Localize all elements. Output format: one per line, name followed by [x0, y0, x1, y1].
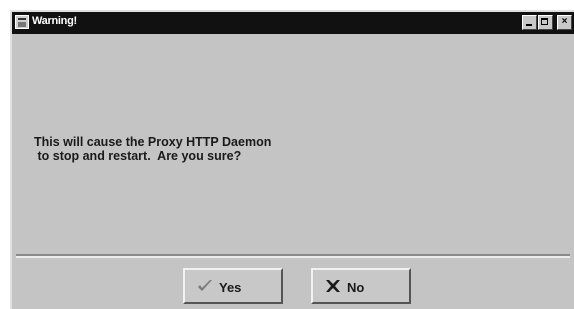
- window-icon[interactable]: [15, 15, 29, 29]
- dialog-content: This will cause the Proxy HTTP Daemon to…: [16, 40, 570, 250]
- x-icon: [326, 280, 340, 292]
- message-line-1: This will cause the Proxy HTTP Daemon: [34, 135, 272, 149]
- yes-button[interactable]: Yes: [183, 268, 283, 304]
- close-button[interactable]: ×: [557, 15, 572, 30]
- message-line-2: to stop and restart. Are you sure?: [34, 149, 242, 163]
- warning-dialog: Warning! × This will cause the Proxy HTT…: [10, 10, 574, 309]
- minimize-button[interactable]: [522, 15, 537, 30]
- checkmark-icon: [198, 280, 212, 291]
- window-title: Warning!: [32, 15, 77, 27]
- no-button[interactable]: No: [311, 268, 411, 304]
- title-bar[interactable]: Warning! ×: [12, 12, 574, 34]
- separator: [16, 254, 570, 258]
- no-button-label: No: [347, 280, 365, 295]
- warning-message: This will cause the Proxy HTTP Daemon to…: [34, 135, 271, 163]
- yes-button-label: Yes: [219, 280, 242, 295]
- maximize-button[interactable]: [538, 15, 553, 30]
